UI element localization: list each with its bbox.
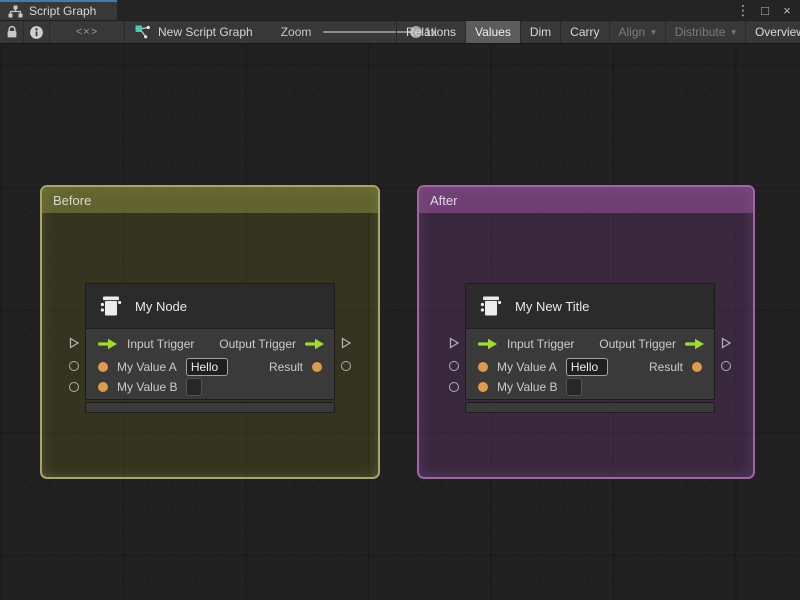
- window-controls: ⋮ □ ×: [734, 0, 796, 20]
- value-a-label: My Value A: [497, 359, 557, 374]
- view-options-group: Relations Values Dim Carry Align ▾ Distr…: [396, 21, 800, 43]
- result-port-outer[interactable]: [721, 361, 731, 371]
- chevron-down-icon: ▾: [731, 26, 736, 37]
- value-a-input[interactable]: [185, 357, 228, 376]
- lock-button[interactable]: [0, 21, 24, 43]
- node-header[interactable]: My Node: [86, 284, 334, 329]
- graph-hierarchy-icon: [8, 5, 23, 17]
- tab-script-graph[interactable]: Script Graph: [0, 0, 117, 20]
- output-trigger-label: Output Trigger: [219, 337, 296, 351]
- node-body: Input Trigger Output Trigger My Value A: [466, 329, 714, 399]
- value-b-input[interactable]: [566, 378, 583, 396]
- distribute-dropdown[interactable]: Distribute ▾: [664, 21, 745, 43]
- result-port-outer[interactable]: [341, 361, 351, 371]
- graph-canvas[interactable]: Before My Node Input Trigger Output Trig…: [0, 44, 800, 600]
- values-button[interactable]: Values: [465, 21, 520, 43]
- node-main: My New Title Input Trigger Output Trigge…: [465, 283, 715, 400]
- result-label: Result: [268, 359, 303, 374]
- value-a-input[interactable]: [565, 357, 608, 376]
- input-trigger-port-outer[interactable]: [448, 337, 460, 349]
- dim-button[interactable]: Dim: [519, 21, 560, 43]
- group-after[interactable]: After My New Title Input Trigger Output …: [417, 185, 755, 479]
- value-a-port-outer[interactable]: [69, 361, 79, 371]
- value-port-icon[interactable]: [98, 382, 108, 392]
- chevron-down-icon: ▾: [651, 26, 656, 37]
- group-before-header[interactable]: Before: [42, 187, 378, 213]
- result-label: Result: [648, 359, 683, 374]
- carry-button[interactable]: Carry: [560, 21, 608, 43]
- tab-bar: Script Graph ⋮ □ ×: [0, 0, 800, 20]
- value-port-icon[interactable]: [98, 361, 108, 372]
- script-graph-asset-icon: [135, 25, 150, 38]
- window-menu-icon[interactable]: ⋮: [734, 1, 752, 19]
- lock-icon: [7, 25, 16, 38]
- info-icon: [30, 25, 43, 39]
- script-graph-window: Script Graph ⋮ □ × <×> New Script Graph …: [0, 0, 800, 600]
- overview-button[interactable]: Overview: [744, 21, 800, 43]
- group-title: After: [430, 192, 458, 208]
- group-title: Before: [53, 192, 92, 208]
- node-my-new-title[interactable]: My New Title Input Trigger Output Trigge…: [449, 283, 732, 413]
- flow-port-triangle-icon: [721, 337, 732, 349]
- value-port-icon[interactable]: [692, 361, 702, 372]
- node-body: Input Trigger Output Trigger My Value A: [86, 329, 334, 399]
- output-trigger-port-outer[interactable]: [340, 337, 352, 349]
- value-b-label: My Value B: [497, 380, 558, 394]
- node-title: My Node: [135, 298, 188, 314]
- node-footer: [85, 402, 335, 413]
- value-port-icon[interactable]: [478, 361, 488, 372]
- node-my-node[interactable]: My Node Input Trigger Output Trigger My …: [69, 283, 352, 413]
- info-button[interactable]: [24, 21, 50, 43]
- group-before[interactable]: Before My Node Input Trigger Output Trig…: [40, 185, 380, 479]
- unit-node-icon: [480, 296, 502, 316]
- value-b-port-outer[interactable]: [69, 382, 79, 392]
- input-trigger-label: Input Trigger: [127, 337, 195, 351]
- zoom-label: Zoom: [280, 25, 312, 39]
- relations-button[interactable]: Relations: [396, 21, 465, 43]
- input-trigger-port-outer[interactable]: [68, 337, 80, 349]
- flow-arrow-icon: [305, 338, 324, 350]
- node-header[interactable]: My New Title: [466, 284, 714, 329]
- graph-toolbar: <×> New Script Graph Zoom 1x Relations V…: [0, 20, 800, 44]
- flow-port-triangle-icon: [69, 337, 80, 349]
- node-main: My Node Input Trigger Output Trigger My …: [85, 283, 335, 400]
- flow-port-triangle-icon: [449, 337, 460, 349]
- value-port-icon[interactable]: [478, 382, 488, 392]
- value-a-label: My Value A: [117, 359, 177, 374]
- unit-node-icon: [100, 296, 122, 316]
- tab-title: Script Graph: [29, 4, 97, 18]
- input-trigger-label: Input Trigger: [507, 337, 575, 351]
- output-trigger-port-outer[interactable]: [720, 337, 732, 349]
- code-view-button[interactable]: <×>: [50, 21, 125, 43]
- output-trigger-label: Output Trigger: [599, 337, 676, 351]
- maximize-icon[interactable]: □: [756, 1, 774, 19]
- close-icon[interactable]: ×: [778, 1, 796, 19]
- node-title: My New Title: [515, 298, 590, 314]
- value-a-port-outer[interactable]: [449, 361, 459, 371]
- value-b-input[interactable]: [186, 378, 203, 396]
- flow-arrow-icon: [478, 338, 497, 350]
- group-after-header[interactable]: After: [419, 187, 753, 213]
- value-b-port-outer[interactable]: [449, 382, 459, 392]
- node-footer: [465, 402, 715, 413]
- code-icon: <×>: [75, 26, 99, 38]
- flow-arrow-icon: [98, 338, 117, 350]
- value-port-icon[interactable]: [312, 361, 322, 372]
- value-b-label: My Value B: [117, 380, 178, 394]
- flow-arrow-icon: [685, 338, 704, 350]
- flow-port-triangle-icon: [341, 337, 352, 349]
- graph-name-label: New Script Graph: [158, 25, 253, 39]
- align-dropdown[interactable]: Align ▾: [608, 21, 665, 43]
- graph-name-button[interactable]: New Script Graph: [135, 21, 253, 43]
